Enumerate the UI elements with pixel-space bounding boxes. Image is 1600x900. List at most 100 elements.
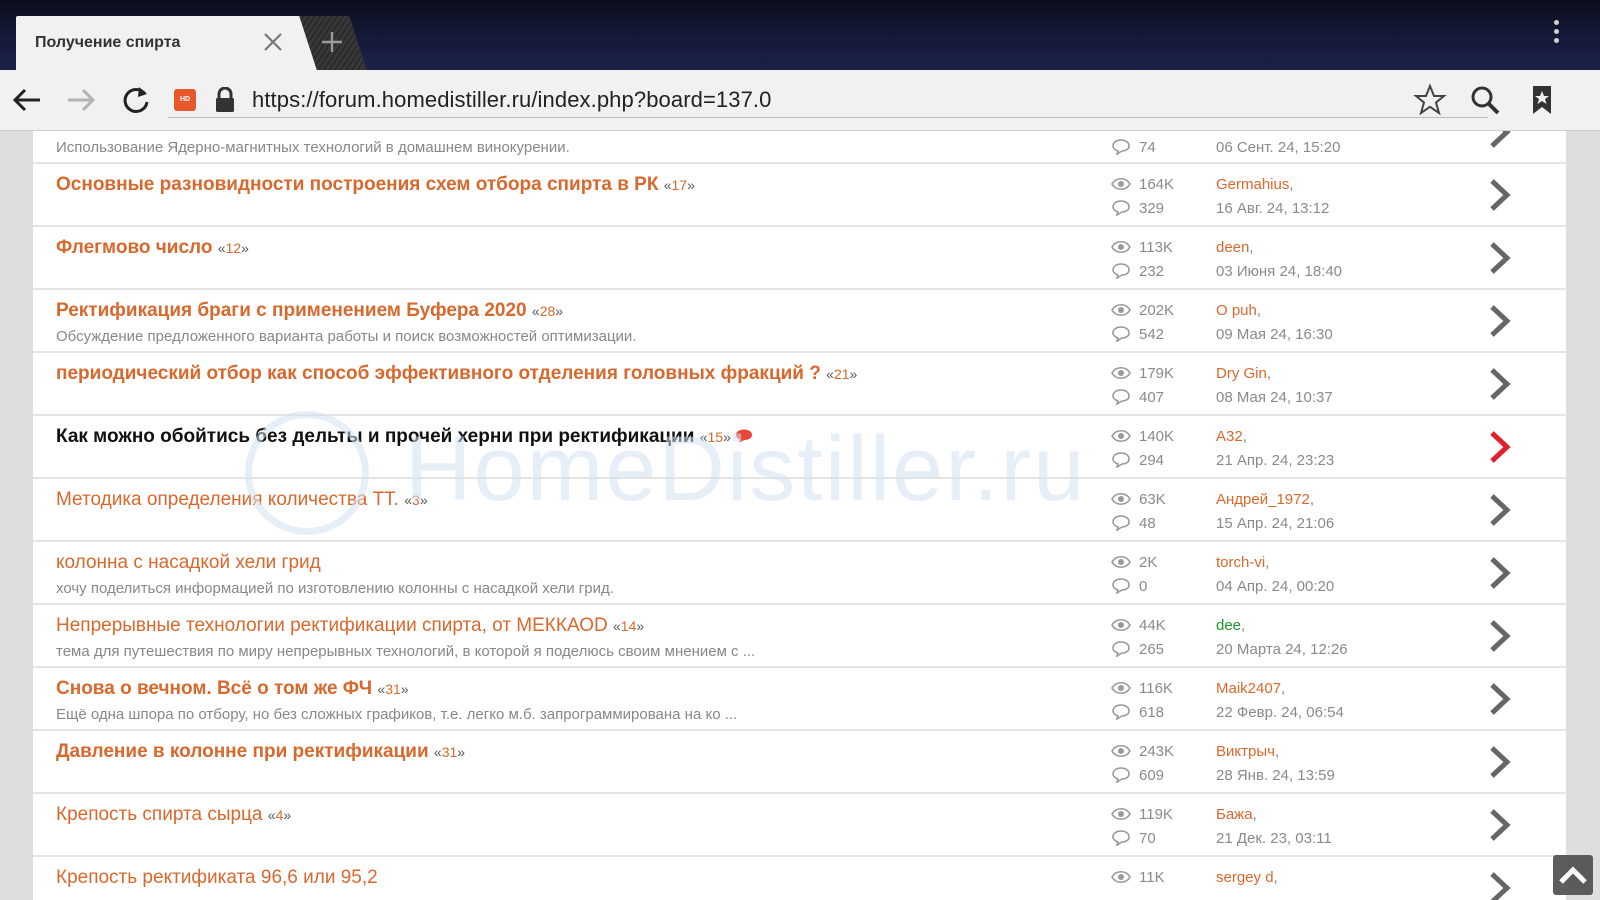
last-post-author: Бажа, <box>1216 806 1257 823</box>
topic-title-link[interactable]: колонна с насадкой хели грид <box>56 552 321 573</box>
last-post-author-link[interactable]: Germahius <box>1216 176 1289 193</box>
tab-active[interactable]: Получение спирта <box>16 16 292 70</box>
last-post-author-link[interactable]: O puh <box>1216 302 1257 319</box>
last-post-date: 09 Мая 24, 16:30 <box>1216 326 1333 343</box>
last-post-author-link[interactable]: dee <box>1216 617 1241 634</box>
replies-count: 0 <box>1139 578 1148 595</box>
chevron-right-icon[interactable] <box>1488 241 1512 275</box>
last-post-author-link[interactable]: A32 <box>1216 428 1243 445</box>
last-post-date: 04 Апр. 24, 00:20 <box>1216 578 1335 595</box>
topic-title-link[interactable]: Ректификация браги с применением Буфера … <box>56 300 527 321</box>
last-post-date: 28 Янв. 24, 13:59 <box>1216 767 1335 784</box>
topic-description: тема для путешествия по миру непрерывных… <box>56 643 756 660</box>
topic-title-line: Непрерывные технологии ректификации спир… <box>56 615 644 637</box>
plus-icon[interactable] <box>320 30 344 54</box>
bookmarks-icon[interactable] <box>1525 83 1559 117</box>
replies-count: 329 <box>1139 200 1165 217</box>
chevron-right-icon[interactable] <box>1488 871 1512 900</box>
last-page-link[interactable]: 3 <box>412 492 420 508</box>
topic-row[interactable]: Методика определения количества ТТ. «3» 6… <box>33 479 1566 542</box>
last-page-link[interactable]: 15 <box>708 429 724 445</box>
topic-row[interactable]: Использование Ядерно-магнитных технологи… <box>33 131 1566 164</box>
topic-row[interactable]: Крепость ректификата 96,6 или 95,2 11K ser… <box>33 857 1566 900</box>
replies-count: 542 <box>1139 326 1165 343</box>
back-arrow-icon[interactable] <box>10 83 44 117</box>
topic-title-line: Методика определения количества ТТ. «3» <box>56 489 428 511</box>
chevron-right-icon[interactable] <box>1488 430 1512 464</box>
topic-row[interactable]: Непрерывные технологии ректификации спир… <box>33 605 1566 668</box>
last-post-author-link[interactable]: Dry Gin <box>1216 365 1267 382</box>
topic-row[interactable]: Снова о вечном. Всё о том же ФЧ «31» Ещё … <box>33 668 1566 731</box>
last-page-link[interactable]: 31 <box>442 744 458 760</box>
close-icon[interactable] <box>262 31 284 53</box>
topic-description: Обсуждение предложенного варианта работы… <box>56 328 637 345</box>
scroll-to-top-button[interactable] <box>1553 855 1593 895</box>
topic-title-link[interactable]: Снова о вечном. Всё о том же ФЧ <box>56 678 372 699</box>
topic-title-link[interactable]: Давление в колонне при ректификации <box>56 741 429 762</box>
last-post-date: 16 Авг. 24, 13:12 <box>1216 200 1330 217</box>
last-post-author-link[interactable]: sergey d <box>1216 869 1274 886</box>
last-post-author: torch-vi, <box>1216 554 1270 571</box>
overflow-menu-icon[interactable] <box>1551 20 1561 50</box>
topic-pages: «12» <box>217 240 249 256</box>
reload-icon[interactable] <box>119 83 153 117</box>
replies-count: 265 <box>1139 641 1165 658</box>
chevron-right-icon[interactable] <box>1488 619 1512 653</box>
last-post-date: 03 Июня 24, 18:40 <box>1216 263 1343 280</box>
last-page-link[interactable]: 14 <box>621 618 637 634</box>
bookmark-star-icon[interactable] <box>1413 83 1447 117</box>
topic-row[interactable]: колонна с насадкой хели грид хочу поделит… <box>33 542 1566 605</box>
last-post-author-link[interactable]: Бажа <box>1216 806 1253 823</box>
topic-row[interactable]: периодический отбор как способ эффективн… <box>33 353 1566 416</box>
last-post-author-link[interactable]: deen <box>1216 239 1249 256</box>
chevron-right-icon[interactable] <box>1488 178 1512 212</box>
topic-row[interactable]: Ректификация браги с применением Буфера … <box>33 290 1566 353</box>
last-page-link[interactable]: 4 <box>276 807 284 823</box>
topic-pages: «31» <box>377 681 409 697</box>
topic-title-link[interactable]: Флегмово число <box>56 237 212 258</box>
last-post-author-link[interactable]: Maik2407 <box>1216 680 1281 697</box>
topic-row[interactable]: Как можно обойтись без дельты и прочей х… <box>33 416 1566 479</box>
url-text[interactable]: https://forum.homedistiller.ru/index.php… <box>252 87 771 113</box>
search-icon[interactable] <box>1468 83 1502 117</box>
last-post-date: 22 Февр. 24, 06:54 <box>1216 704 1344 721</box>
replies-count: 232 <box>1139 263 1165 280</box>
chevron-right-icon[interactable] <box>1488 745 1512 779</box>
topic-title-link[interactable]: Крепость спирта сырца <box>56 804 263 825</box>
last-post-author-link[interactable]: torch-vi <box>1216 554 1265 571</box>
topic-row[interactable]: Флегмово число «12» 113K 232 deen, 03 Июня 2… <box>33 227 1566 290</box>
chevron-right-icon[interactable] <box>1488 493 1512 527</box>
chevron-right-icon[interactable] <box>1488 304 1512 338</box>
last-page-link[interactable]: 17 <box>672 177 688 193</box>
topic-row[interactable]: Давление в колонне при ректификации «31»… <box>33 731 1566 794</box>
last-post-author: sergey d, <box>1216 869 1278 886</box>
last-page-link[interactable]: 12 <box>226 240 242 256</box>
topic-title-link[interactable]: Крепость ректификата 96,6 или 95,2 <box>56 867 378 888</box>
last-post-author-link[interactable]: Виктрыч <box>1216 743 1275 760</box>
topic-title-link[interactable]: Непрерывные технологии ректификации спир… <box>56 615 608 636</box>
chevron-right-icon[interactable] <box>1488 131 1512 149</box>
last-post-author-link[interactable]: Андрей_1972 <box>1216 491 1310 508</box>
forward-arrow-icon[interactable] <box>64 83 98 117</box>
last-page-link[interactable]: 31 <box>385 681 401 697</box>
topic-title-link[interactable]: Основные разновидности построения схем о… <box>56 174 658 195</box>
replies-count: 48 <box>1139 515 1156 532</box>
chevron-right-icon[interactable] <box>1488 556 1512 590</box>
topic-row[interactable]: Крепость спирта сырца «4» 119K 70 Бажа, 21 Д… <box>33 794 1566 857</box>
chevron-right-icon[interactable] <box>1488 682 1512 716</box>
topic-title-link[interactable]: Как можно обойтись без дельты и прочей х… <box>56 426 694 447</box>
last-page-link[interactable]: 28 <box>540 303 556 319</box>
new-posts-icon[interactable] <box>735 429 753 443</box>
topic-title-link[interactable]: Методика определения количества ТТ. <box>56 489 399 510</box>
topic-row[interactable]: Основные разновидности построения схем о… <box>33 164 1566 227</box>
chevron-right-icon[interactable] <box>1488 808 1512 842</box>
chevron-right-icon[interactable] <box>1488 367 1512 401</box>
topic-title-line: Флегмово число «12» <box>56 237 249 259</box>
last-page-link[interactable]: 21 <box>834 366 850 382</box>
views-count: 164K <box>1139 176 1175 193</box>
address-bar[interactable]: HD https://forum.homedistiller.ru/index.… <box>168 78 1488 122</box>
topic-title-line: Как можно обойтись без дельты и прочей х… <box>56 426 753 448</box>
lock-icon <box>216 87 234 112</box>
topic-list: Использование Ядерно-магнитных технологи… <box>33 131 1566 900</box>
topic-title-link[interactable]: периодический отбор как способ эффективн… <box>56 363 821 384</box>
